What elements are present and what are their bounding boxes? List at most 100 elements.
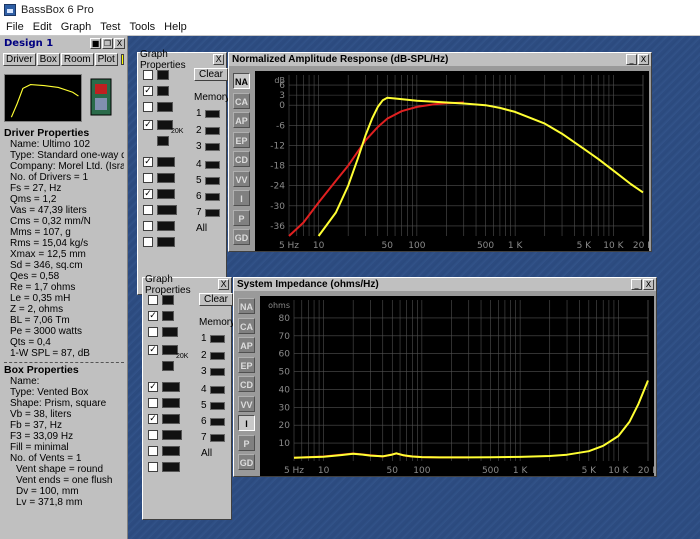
checkbox[interactable]: ✓: [143, 86, 153, 96]
graph-properties-close-button[interactable]: X: [213, 54, 224, 65]
driver-property: Rms = 15,04 kg/s: [10, 238, 89, 249]
close-button[interactable]: X: [638, 54, 649, 65]
menu-graph[interactable]: Graph: [58, 21, 98, 33]
clear-button[interactable]: Clear: [194, 68, 228, 81]
memory-slot-button[interactable]: [210, 434, 225, 442]
x-tick-label: 50: [382, 241, 394, 251]
menu-help[interactable]: Help: [161, 21, 193, 33]
side-button-na[interactable]: NA: [233, 73, 250, 89]
memory-slot-button[interactable]: [205, 193, 220, 201]
side-button-gd[interactable]: GD: [238, 454, 255, 470]
pointer-icon: [162, 361, 174, 371]
memory-slot-button[interactable]: [210, 335, 225, 343]
clear-button[interactable]: Clear: [199, 293, 233, 306]
copy-icon[interactable]: ❐: [102, 38, 113, 49]
tab-driver[interactable]: Driver: [3, 53, 36, 66]
side-button-vv[interactable]: VV: [238, 395, 255, 412]
response-thumbnail: [4, 74, 82, 122]
checkbox[interactable]: ✓: [148, 414, 158, 424]
side-button-cd[interactable]: CD: [238, 376, 255, 392]
side-button-ep[interactable]: EP: [238, 356, 255, 373]
x-tick-label: 500: [477, 241, 494, 251]
side-button-i[interactable]: I: [238, 415, 255, 431]
memory-slot-button[interactable]: [210, 386, 225, 394]
checkbox[interactable]: [148, 462, 158, 472]
side-button-p[interactable]: P: [238, 434, 255, 451]
checkbox[interactable]: [148, 327, 158, 337]
memory-slot-button[interactable]: [205, 209, 220, 217]
side-button-ap[interactable]: AP: [233, 112, 250, 128]
close-icon[interactable]: X: [114, 38, 125, 49]
x-tick-label: 10 K: [603, 241, 624, 251]
amplitude-plot: 630-6-12-18-24-30-365 Hz 10 50 100 500 1 K5 K…: [255, 71, 649, 251]
properties-list: Driver Properties Name: Ultimo 102 Type: S…: [4, 126, 124, 536]
side-button-ep[interactable]: EP: [233, 131, 250, 148]
side-button-gd[interactable]: GD: [233, 229, 250, 245]
menu-edit[interactable]: Edit: [30, 21, 58, 33]
color-swatch[interactable]: [120, 54, 124, 65]
checkbox[interactable]: [148, 446, 158, 456]
memory-slot-number: 3: [201, 366, 207, 377]
tab-room[interactable]: Room: [60, 53, 94, 66]
checkbox[interactable]: [143, 173, 153, 183]
driver-property: BL = 7,06 Tm: [10, 315, 70, 326]
side-button-ca[interactable]: CA: [233, 92, 250, 109]
menu-test[interactable]: Test: [97, 21, 126, 33]
menu-tools[interactable]: Tools: [126, 21, 161, 33]
vent-property: Vent shape = round: [16, 464, 104, 475]
memory-slot-button[interactable]: [210, 418, 225, 426]
memory-slot-button[interactable]: [205, 110, 220, 118]
y-tick-label: -36: [270, 222, 285, 232]
checkbox[interactable]: [143, 70, 153, 80]
minimize-button[interactable]: _: [631, 279, 642, 290]
checkbox[interactable]: [148, 430, 158, 440]
checkbox[interactable]: ✓: [148, 311, 158, 321]
memory-slot-number: 2: [201, 350, 207, 361]
side-button-ca[interactable]: CA: [238, 317, 255, 334]
close-button[interactable]: X: [643, 279, 654, 290]
memory-slot-number: 6: [201, 416, 207, 427]
side-button-vv[interactable]: VV: [233, 170, 250, 187]
checkbox[interactable]: [148, 295, 158, 305]
memory-slot-button[interactable]: [205, 177, 220, 185]
side-button-cd[interactable]: CD: [233, 151, 250, 167]
side-button-na[interactable]: NA: [238, 298, 255, 314]
graph-properties-close-button[interactable]: X: [218, 279, 229, 290]
side-button-p[interactable]: P: [233, 209, 250, 226]
checkbox[interactable]: [143, 221, 153, 231]
checkbox[interactable]: ✓: [143, 189, 153, 199]
minimize-button[interactable]: _: [626, 54, 637, 65]
y-tick-label: 3: [279, 91, 285, 101]
menu-file[interactable]: File: [3, 21, 30, 33]
checkbox[interactable]: ✓: [148, 345, 158, 355]
x-tick-label: 5 K: [577, 241, 593, 251]
checkbox[interactable]: ✓: [143, 120, 153, 130]
memory-slot-button[interactable]: [205, 161, 220, 169]
box-property: F3 = 33,09 Hz: [10, 431, 74, 442]
memory-slot-number: 6: [196, 191, 202, 202]
side-button-ap[interactable]: AP: [238, 337, 255, 353]
amplitude-response-window: Normalized Amplitude Response (dB-SPL/Hz…: [228, 52, 652, 252]
memory-slot-button[interactable]: [210, 368, 225, 376]
tab-plot[interactable]: Plot: [94, 53, 118, 66]
x-tick-label: 1 K: [508, 241, 524, 251]
driver-property: Mms = 107, g: [10, 227, 71, 238]
memory-slot-button[interactable]: [210, 352, 225, 360]
checkbox[interactable]: ✓: [143, 157, 153, 167]
checkbox[interactable]: [143, 102, 153, 112]
save-icon[interactable]: ■: [90, 38, 101, 49]
tab-box[interactable]: Box: [36, 53, 60, 66]
memory-slot-button[interactable]: [210, 402, 225, 410]
checkbox[interactable]: [143, 205, 153, 215]
memory-slot-button[interactable]: [205, 127, 220, 135]
driver-property: Le = 0,35 mH: [10, 293, 71, 304]
box-property: Name:: [10, 376, 40, 387]
checkbox[interactable]: [148, 398, 158, 408]
side-button-i[interactable]: I: [233, 190, 250, 206]
memory-slot-button[interactable]: [205, 143, 220, 151]
driver-property: Qes = 0,58: [10, 271, 60, 282]
memory-slot-number: 7: [196, 207, 202, 218]
checkbox[interactable]: ✓: [148, 382, 158, 392]
checkbox[interactable]: [143, 237, 153, 247]
graph-properties-bottom: Graph Properties X ✓ ✓ ✓ ✓ 20K Clear Memory 1 2 3…: [142, 274, 235, 520]
